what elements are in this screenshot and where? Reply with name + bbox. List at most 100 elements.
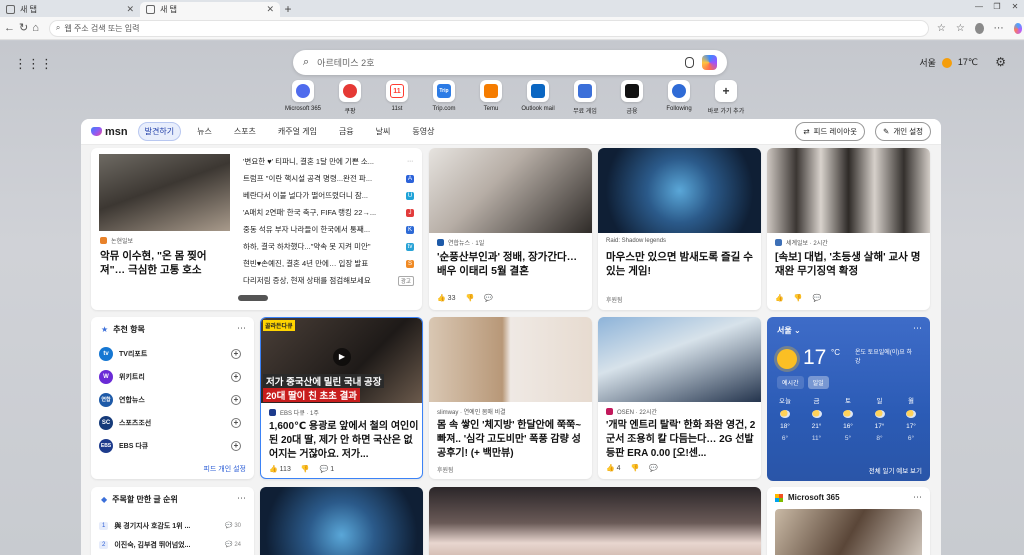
list-item[interactable]: 'A매치 2연패' 한국 축구, FIFA 랭킹 22→... J [243,204,414,221]
comment-icon[interactable]: 💬 1 [320,465,335,473]
more-icon[interactable]: ⋯ [237,493,246,504]
tab-news[interactable]: 뉴스 [191,123,218,140]
close-tab-icon[interactable]: ✕ [266,4,274,15]
follow-item[interactable]: tv TV리포트 + [99,345,241,362]
quicklink-coupang[interactable]: 쿠팡 [329,80,371,115]
tab-casual-games[interactable]: 캐주얼 게임 [272,123,323,140]
more-icon[interactable]: ⋯ [237,323,246,334]
card-headline[interactable]: [속보] 대법, '초등생 살해' 교사 명재완 무기징역 확정 [775,250,925,278]
copilot-icon[interactable] [1013,22,1023,34]
video-card[interactable]: 골라든다큐 ▶ 저가 중국산에 밀린 국내 공장 20대 딸이 친 초초 결과 … [260,317,423,479]
more-icon[interactable]: ⋯ [913,492,922,503]
favorites-icon[interactable]: ☆ [956,23,965,34]
more-icon[interactable]: ⋯ [994,23,1004,34]
add-follow-icon[interactable]: + [231,394,241,405]
personalize-button[interactable]: ✎ 개인 설정 [875,122,931,141]
back-icon[interactable]: ← [4,20,15,36]
quicklink-11st[interactable]: 11 11st [376,80,418,115]
image-card[interactable] [260,487,423,555]
microphone-icon[interactable] [685,57,694,68]
news-card[interactable]: OSEN · 22시간 '개막 엔트리 탈락' 한화 좌완 영건, 2군서 조용… [598,317,761,479]
dislike-icon[interactable]: 👎 [465,294,474,302]
comment-icon[interactable]: 💬 [812,294,821,302]
close-tab-icon[interactable]: ✕ [126,4,134,15]
close-window-icon[interactable]: ✕ [1006,0,1024,13]
forecast-day[interactable]: 오늘 18° 6° [773,395,797,442]
add-follow-icon[interactable]: + [231,371,241,382]
hero-headline[interactable]: 악뮤 이수현, "온 몸 찢어져"… 극심한 고통 호소 [100,249,231,277]
forecast-day[interactable]: 토 16° 5° [836,395,860,442]
weather-tab-daily[interactable]: 일일 [807,376,829,389]
quicklink-outlook[interactable]: Outlook mail [517,80,559,115]
quicklink-tripcom[interactable]: Trip Trip.com [423,80,465,115]
trending-item[interactable]: 1與 경기지사 호감도 1위 ... 💬 30 [99,517,241,534]
browser-tab-active[interactable]: 새 탭 ✕ [140,2,280,17]
quicklink-following[interactable]: Following [658,80,700,115]
home-icon[interactable]: ⌂ [32,20,39,36]
list-item[interactable]: 베란다서 이불 널다가 떨어뜨렸더니 잠... U [243,187,414,204]
like-icon[interactable]: 👍 113 [269,465,291,473]
weather-widget-top[interactable]: 서울 17℃ [919,56,978,69]
follow-item[interactable]: SC 스포츠조선 + [99,414,241,431]
list-item[interactable]: 다리저림 증상, 현재 상태를 점검해보세요 광고 [243,272,414,289]
more-icon[interactable]: ⋯ [913,323,922,334]
copilot-search-icon[interactable] [702,55,717,70]
comment-icon[interactable]: 💬 [484,294,493,302]
favorite-star-icon[interactable]: ☆ [937,23,946,34]
tab-video[interactable]: 동영상 [406,123,440,140]
play-icon[interactable]: ▶ [333,348,351,366]
m365-card[interactable]: Microsoft 365 ⋯ [767,487,930,555]
ad-card[interactable]: Raid: Shadow legends 마우스만 있으면 밤새도록 즐길 수 … [598,148,761,310]
refresh-icon[interactable]: ↻ [19,20,28,36]
profile-avatar[interactable] [974,22,984,34]
chevron-down-icon[interactable]: ⌄ [794,326,801,335]
feed-settings-link[interactable]: 피드 개인 설정 [203,464,246,474]
like-icon[interactable]: 👍 [775,294,784,302]
ad-card[interactable]: slimway · 연예인 몸매 비결 몸 속 쌓인 '체지방' 한달안에 쭉쭉… [429,317,592,479]
card-headline[interactable]: '순풍산부인과' 정배, 장가간다… 배우 이태리 5월 결혼 [437,250,587,278]
like-icon[interactable]: 👍 33 [437,294,455,302]
add-follow-icon[interactable]: + [231,417,241,428]
search-box[interactable]: ⌕ 아르테미스 2호 [293,50,727,75]
quicklink-games[interactable]: 무료 게임 [564,80,606,115]
minimize-icon[interactable]: — [970,0,988,13]
image-card[interactable] [429,487,761,555]
card-headline[interactable]: 몸 속 쌓인 '체지방' 한달안에 쭉쭉~ 빠져.. '심각 고도비만' 폭풍 … [437,419,587,461]
gear-icon[interactable]: ⚙ [995,55,1006,69]
add-follow-icon[interactable]: + [231,440,241,451]
card-headline[interactable]: 1,600℃ 용광로 앞에서 철의 여인이 된 20대 딸, 제가 안 하면 국… [269,420,419,462]
address-bar[interactable]: ⌕ 웹 주소 검색 또는 입력 [48,19,929,37]
list-item[interactable]: 하하, 결국 하차했다..."약속 못 지켜 미안" tv [243,238,414,255]
tab-sports[interactable]: 스포츠 [228,123,262,140]
card-headline[interactable]: 마우스만 있으면 밤새도록 즐길 수 있는 게임! [606,250,756,278]
tab-weather[interactable]: 날씨 [370,123,397,140]
list-item[interactable]: 현빈♥손예진, 결혼 4년 만에… 입장 발표 S [243,255,414,272]
new-tab-button[interactable]: + [280,2,296,17]
dislike-icon[interactable]: 👎 [301,465,310,473]
forecast-day[interactable]: 금 21° 11° [805,395,829,442]
search-input[interactable]: 아르테미스 2호 [317,56,677,69]
restore-icon[interactable]: ❐ [988,0,1006,13]
comment-icon[interactable]: 💬 [649,464,658,472]
news-card[interactable]: 세계일보 · 2시간 [속보] 대법, '초등생 살해' 교사 명재완 무기징역… [767,148,930,310]
msn-logo[interactable]: msn [91,126,128,138]
quicklink-add[interactable]: + 바로 가기 추가 [705,80,747,115]
quicklink-temu[interactable]: Temu [470,80,512,115]
weather-tab-hourly[interactable]: 예시간 [777,376,804,389]
like-icon[interactable]: 👍 4 [606,464,621,472]
apps-grid-icon[interactable]: ⋮⋮⋮ [14,56,53,72]
list-item[interactable]: '변요한 ♥' 티파니, 결혼 1달 만에 기쁜 소... ⋯ [243,153,414,170]
follow-item[interactable]: W 위키트리 + [99,368,241,385]
feed-layout-button[interactable]: ⇄ 피드 레이아웃 [795,122,866,141]
quicklink-microsoft365[interactable]: Microsoft 365 [282,80,324,115]
dislike-icon[interactable]: 👎 [794,294,803,302]
tab-finance[interactable]: 금융 [333,123,360,140]
hero-card[interactable]: 논현일보 악뮤 이수현, "온 몸 찢어져"… 극심한 고통 호소 '변요한 ♥… [91,148,422,310]
add-follow-icon[interactable]: + [231,348,241,359]
forecast-day[interactable]: 일 17° 8° [868,395,892,442]
news-card[interactable]: 연합뉴스 · 1일 '순풍산부인과' 정배, 장가간다… 배우 이태리 5월 결… [429,148,592,310]
card-headline[interactable]: '개막 엔트리 탈락' 한화 좌완 영건, 2군서 조용히 칼 다듬는다… 2G… [606,419,756,461]
browser-tab[interactable]: 새 탭 ✕ [0,2,140,17]
quicklink-finance[interactable]: 금융 [611,80,653,115]
follow-item[interactable]: EBS EBS 다큐 + [99,437,241,454]
